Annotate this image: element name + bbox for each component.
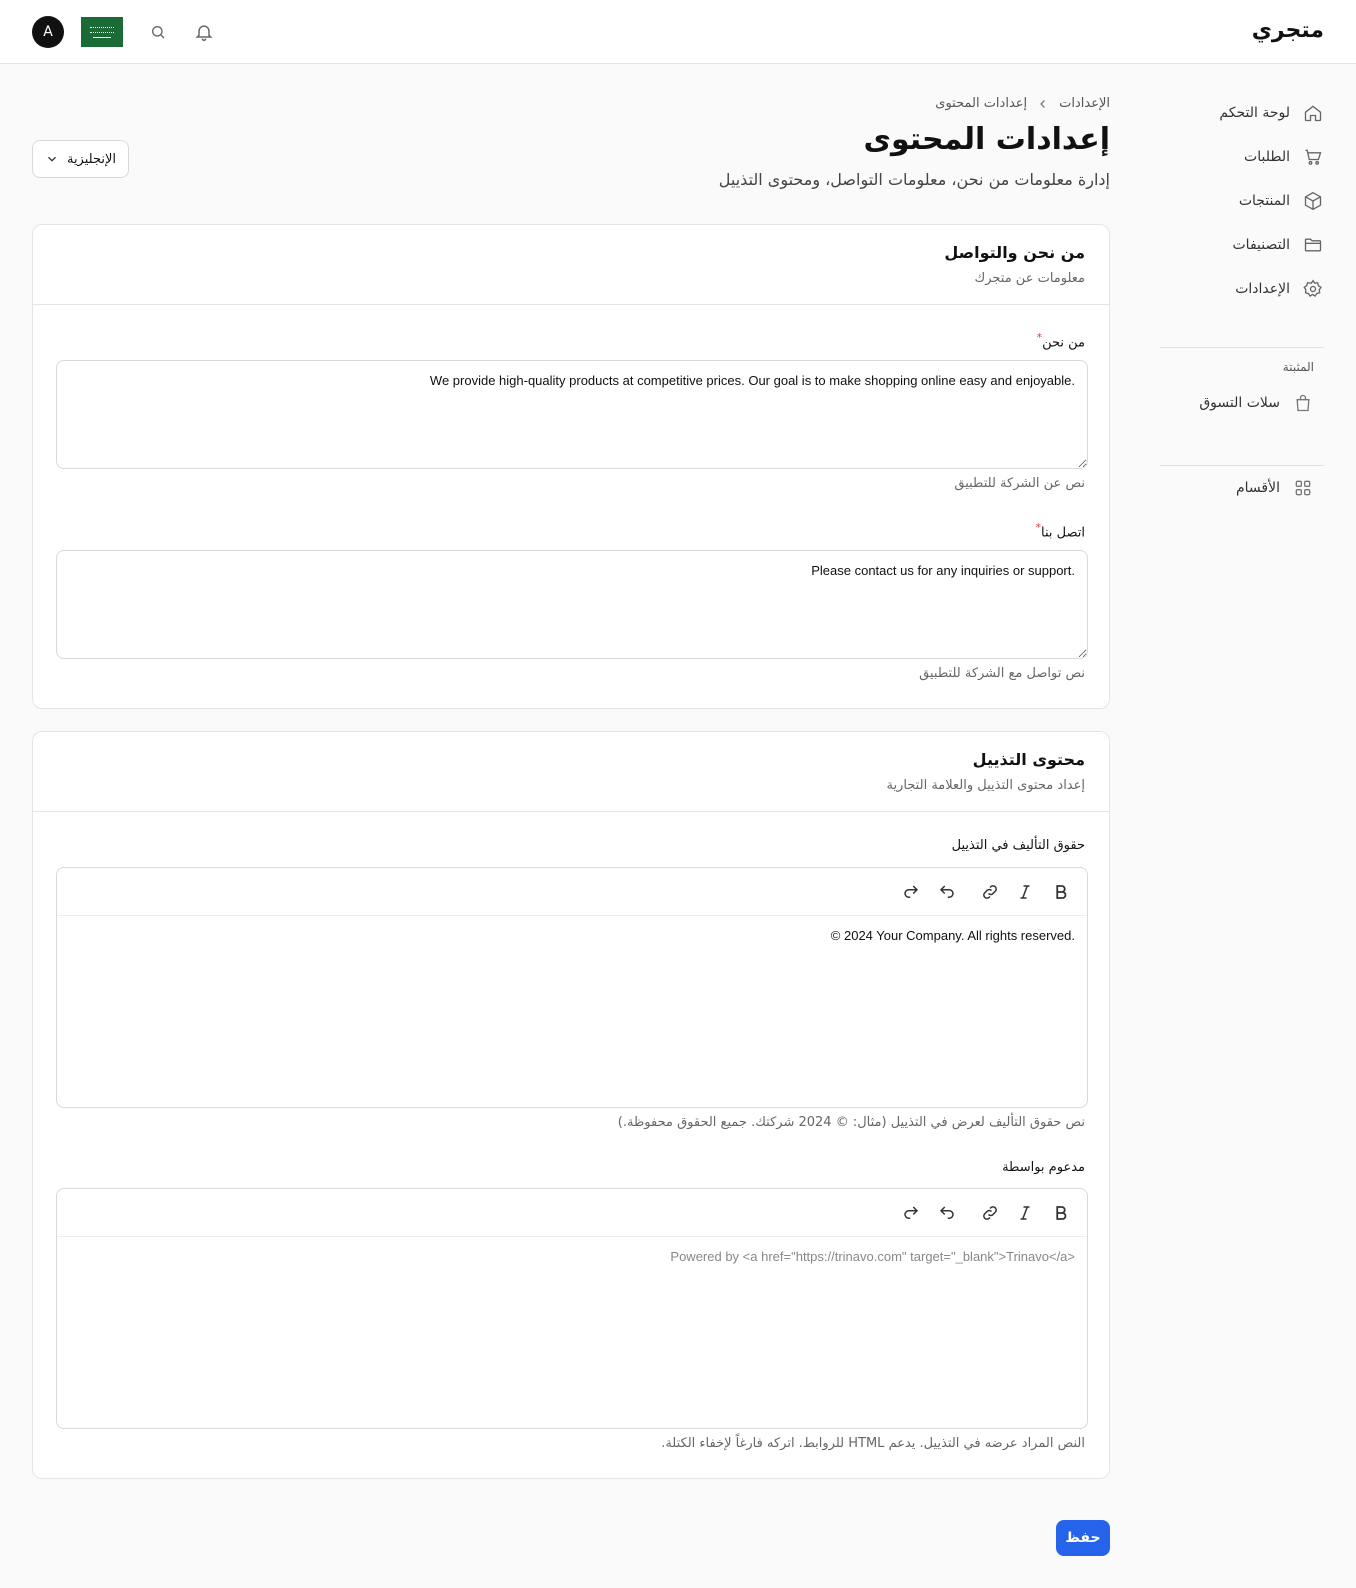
chevron-down-icon (45, 152, 59, 166)
footer-content-card: محتوى التذييل إعداد محتوى التذييل والعلا… (32, 731, 1110, 1479)
shopping-bag-icon (1292, 392, 1314, 414)
sidebar-item-products[interactable]: المنتجات (1154, 184, 1324, 218)
sidebar-item-shopping-carts[interactable]: سلات التسوق (1154, 386, 1314, 420)
editor-toolbar (57, 1189, 1087, 1237)
sidebar-divider (1160, 465, 1324, 466)
about-label: من نحن* (1036, 331, 1085, 351)
bold-icon[interactable] (1049, 880, 1073, 904)
sidebar-item-label: سلات التسوق (1199, 395, 1280, 411)
copyright-editor[interactable]: © 2024 Your Company. All rights reserved… (56, 867, 1088, 1108)
about-contact-card: من نحن والتواصل معلومات عن متجرك من نحن*… (32, 224, 1110, 709)
italic-icon[interactable] (1013, 1201, 1037, 1225)
card-title: من نحن والتواصل (944, 243, 1085, 262)
breadcrumb-settings[interactable]: الإعدادات (1059, 96, 1110, 111)
link-icon[interactable] (978, 880, 1002, 904)
card-description: إعداد محتوى التذييل والعلامة التجارية (886, 778, 1085, 793)
save-button[interactable]: حفظ (1056, 1520, 1110, 1556)
language-select[interactable]: الإنجليزية (32, 140, 129, 178)
redo-icon[interactable] (899, 1201, 923, 1225)
box-icon (1302, 190, 1324, 212)
sidebar-item-label: المنتجات (1238, 193, 1290, 209)
copyright-hint: نص حقوق التأليف لعرض في التذييل (مثال: ©… (617, 1115, 1085, 1130)
powered-by-label: مدعوم بواسطة (1002, 1160, 1085, 1175)
sidebar: لوحة التحكم الطلبات المنتجات التصنيفات ا… (1160, 64, 1356, 1588)
powered-by-editor[interactable]: Powered by <a href="https://trinavo.com"… (56, 1188, 1088, 1429)
sidebar-item-label: الطلبات (1244, 149, 1290, 165)
sidebar-item-label: الأقسام (1236, 480, 1280, 496)
copyright-editor-content[interactable]: © 2024 Your Company. All rights reserved… (831, 928, 1075, 943)
language-select-value: الإنجليزية (66, 151, 116, 167)
brand-logo[interactable]: متجري (1252, 18, 1324, 43)
sidebar-item-orders[interactable]: الطلبات (1154, 140, 1324, 174)
breadcrumb: الإعدادات إعدادات المحتوى (935, 96, 1110, 111)
about-textarea[interactable]: We provide high-quality products at comp… (56, 360, 1088, 469)
home-icon (1302, 102, 1324, 124)
page-subtitle: إدارة معلومات من نحن، معلومات التواصل، و… (718, 170, 1110, 189)
undo-icon[interactable] (935, 1201, 959, 1225)
bold-icon[interactable] (1049, 1201, 1073, 1225)
sidebar-item-label: لوحة التحكم (1219, 105, 1290, 121)
sidebar-item-label: التصنيفات (1232, 237, 1291, 253)
editor-toolbar (57, 868, 1087, 916)
undo-icon[interactable] (935, 880, 959, 904)
contact-label: اتصل بنا* (1035, 521, 1085, 541)
italic-icon[interactable] (1013, 880, 1037, 904)
sidebar-divider (1160, 347, 1324, 348)
cart-icon (1302, 146, 1324, 168)
page-title: إعدادات المحتوى (863, 122, 1111, 157)
card-title: محتوى التذييل (972, 750, 1085, 769)
contact-hint: نص تواصل مع الشركة للتطبيق (919, 666, 1085, 681)
sidebar-item-sections[interactable]: الأقسام (1154, 471, 1314, 505)
link-icon[interactable] (978, 1201, 1002, 1225)
user-avatar[interactable]: A (32, 16, 64, 48)
card-header: من نحن والتواصل معلومات عن متجرك (33, 225, 1109, 305)
sidebar-item-label: الإعدادات (1235, 281, 1290, 297)
bell-icon[interactable] (192, 20, 216, 44)
about-hint: نص عن الشركة للتطبيق (954, 476, 1085, 491)
powered-by-hint: النص المراد عرضه في التذييل. يدعم HTML ل… (661, 1436, 1085, 1451)
top-bar: متجري A (0, 0, 1356, 64)
saudi-arabia-flag-icon[interactable] (81, 17, 123, 47)
folder-icon (1302, 234, 1324, 256)
copyright-label: حقوق التأليف في التذييل (951, 838, 1085, 853)
contact-textarea[interactable]: Please contact us for any inquiries or s… (56, 550, 1088, 659)
breadcrumb-content-settings: إعدادات المحتوى (935, 96, 1028, 111)
sidebar-item-settings[interactable]: الإعدادات (1154, 272, 1324, 306)
redo-icon[interactable] (899, 880, 923, 904)
sidebar-section-pinned: المثبتة (1282, 360, 1314, 374)
grid-icon (1292, 477, 1314, 499)
gear-icon (1302, 278, 1324, 300)
sidebar-item-dashboard[interactable]: لوحة التحكم (1154, 96, 1324, 130)
card-description: معلومات عن متجرك (974, 271, 1086, 286)
card-header: محتوى التذييل إعداد محتوى التذييل والعلا… (33, 732, 1109, 812)
chevron-left-icon (1037, 98, 1049, 110)
search-icon[interactable] (146, 20, 170, 44)
sidebar-item-categories[interactable]: التصنيفات (1154, 228, 1324, 262)
powered-by-editor-placeholder[interactable]: Powered by <a href="https://trinavo.com"… (670, 1249, 1075, 1264)
